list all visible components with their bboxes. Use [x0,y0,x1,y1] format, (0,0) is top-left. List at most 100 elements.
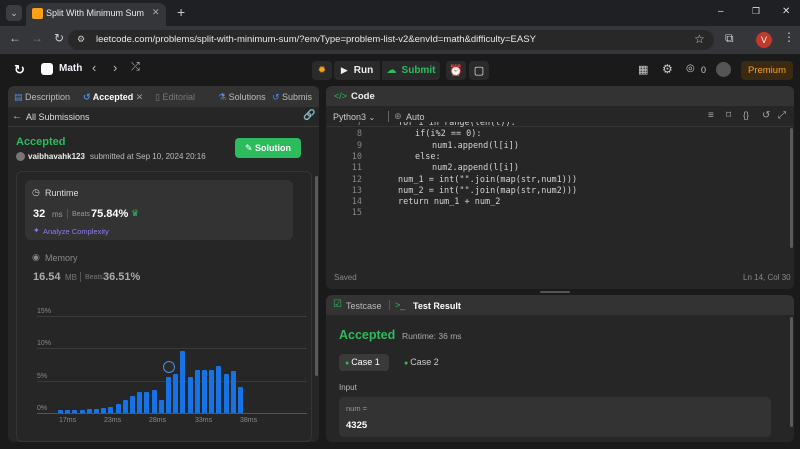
left-scrollbar[interactable] [315,176,318,376]
auto-label[interactable]: Auto [406,112,425,122]
runtime-bar[interactable] [86,409,92,413]
tab-close-icon[interactable]: ✕ [152,7,160,18]
left-tab-bar: ▤ Description ↺ Accepted ✕ ▯ Editorial ⚗… [8,86,319,107]
back-arrow-icon[interactable]: ← [12,111,22,122]
back-arrow-icon[interactable]: ← [9,31,21,45]
debug-button[interactable]: ✹ [312,61,332,80]
tab-search-button[interactable]: ⌄ [6,5,22,21]
tab-testcase[interactable]: Testcase [346,301,382,311]
code-editor[interactable]: 7 for i in range(len(l)): 8 if(i%2 == 0): 9 n… [326,122,786,262]
streak-fire-icon[interactable]: ◎ [686,63,695,74]
timer-button[interactable]: ⏰ [446,61,466,80]
runtime-bar[interactable] [108,406,114,413]
submitter-username[interactable]: vaibhavahk123 [28,152,85,161]
browser-tab[interactable]: Split With Minimum Sum - Leet ✕ [26,3,166,26]
solution-button[interactable]: ✎ Solution [235,138,301,158]
edit-icon: ✎ [244,143,256,153]
link-icon[interactable]: 🔗 [303,110,315,121]
runtime-bar[interactable] [180,350,186,413]
new-tab-button[interactable]: + [177,4,185,20]
tab-submissions[interactable]: ↺ Submis [272,92,312,103]
shuffle-icon[interactable]: ⤮ [131,61,140,74]
runtime-bar[interactable] [65,409,71,413]
braces-icon[interactable]: {} [743,110,749,120]
runtime-bar[interactable] [194,370,200,413]
code-scrollbar[interactable] [790,128,793,248]
runtime-bar[interactable] [151,389,157,413]
bookmark-star-icon[interactable]: ☆ [694,32,705,46]
bookmark-icon[interactable]: ⌑ [726,110,731,121]
code-line[interactable]: num2.append(l[i]) [432,163,519,173]
run-button[interactable]: ▶ Run [334,61,380,80]
panel-resize-handle[interactable] [540,291,570,293]
problem-list-title[interactable]: Math [59,63,82,74]
tab-editorial[interactable]: ▯ Editorial [155,92,195,103]
prev-problem-icon[interactable]: ‹ [92,60,96,75]
runtime-bar[interactable] [94,409,99,413]
code-line[interactable]: if(i%2 == 0): [415,129,482,139]
case-tab-1[interactable]: ● Case 1 [339,354,389,371]
premium-button[interactable]: Premium [741,61,793,80]
maximize-button[interactable]: ❐ [752,6,760,17]
problem-list-icon[interactable] [41,63,53,75]
runtime-bar[interactable] [79,409,85,413]
user-avatar[interactable] [716,62,731,77]
code-line[interactable]: num1.append(l[i]) [432,141,519,151]
runtime-bar[interactable] [216,365,222,413]
reload-icon[interactable]: ↻ [54,31,64,45]
code-line[interactable]: return num_1 + num_2 [398,197,500,207]
format-icon[interactable]: ≡ [708,110,714,121]
site-info-icon[interactable]: ⚙ [77,34,85,45]
runtime-bar[interactable] [230,370,236,413]
runtime-bar[interactable] [122,400,128,413]
runtime-card[interactable]: ◷ Runtime 32 ms Beats 75.84% ♛ ✦ Analyze… [25,180,293,240]
runtime-bar[interactable] [173,373,179,413]
notes-button[interactable]: ▢ [469,61,489,80]
browser-menu-icon[interactable]: ⋮ [783,30,795,44]
runtime-bar[interactable] [187,376,193,413]
tab-description[interactable]: ▤ Description [14,92,70,103]
leetcode-logo-icon[interactable]: ↻ [14,62,25,78]
memory-section[interactable]: ◉ Memory 16.54 MB Beats 36.51% [25,246,293,296]
close-tab-icon[interactable]: ✕ [133,92,144,102]
leetcode-favicon-icon [32,8,43,19]
layout-grid-icon[interactable]: ▦ [638,63,648,76]
forward-arrow-icon[interactable]: → [31,31,43,45]
extensions-icon[interactable]: ⧉ [725,31,734,46]
runtime-bar[interactable] [144,391,150,413]
code-line[interactable]: for i in range(len(l)): [398,122,516,128]
reset-icon[interactable]: ↺ [762,110,770,121]
analyze-complexity-link[interactable]: Analyze Complexity [43,227,109,236]
tab-solutions[interactable]: ⚗ Solutions [218,92,266,103]
code-line[interactable]: num_1 = int("".join(map(str,num1))) [398,175,577,185]
code-line[interactable]: else: [415,152,441,162]
runtime-bar[interactable] [72,409,78,413]
runtime-bar[interactable] [101,407,107,413]
all-submissions-link[interactable]: All Submissions [26,112,90,122]
runtime-bar[interactable] [209,370,215,413]
runtime-bar[interactable] [158,400,164,413]
minimize-button[interactable]: – [718,6,724,17]
language-selector[interactable]: Python3 ⌄ [333,112,375,122]
test-scrollbar[interactable] [790,317,793,427]
settings-gear-icon[interactable]: ⚙ [662,62,673,76]
runtime-bar[interactable] [202,370,207,413]
fullscreen-icon[interactable]: ⤢ [778,110,786,121]
runtime-bar[interactable] [115,403,121,413]
runtime-bar[interactable] [137,391,143,413]
runtime-bar[interactable] [238,387,243,413]
case-tab-2[interactable]: ● Case 2 [398,354,448,371]
runtime-bar[interactable] [58,409,63,413]
url-bar[interactable]: ⚙ leetcode.com/problems/split-with-minim… [68,30,714,50]
code-line[interactable]: num_2 = int("".join(map(str,num2))) [398,186,577,196]
tab-test-result[interactable]: Test Result [413,301,461,311]
submit-button[interactable]: ☁ Submit [382,61,440,80]
test-result-panel: ☑ Testcase >_ Test Result Accepted Runti… [326,295,794,442]
next-problem-icon[interactable]: › [113,60,117,75]
profile-avatar[interactable]: V [756,32,772,48]
tab-accepted[interactable]: ↺ Accepted ✕ [83,92,143,103]
runtime-bar[interactable] [166,376,171,413]
runtime-bar[interactable] [223,374,229,413]
runtime-bar[interactable] [130,396,135,413]
close-window-button[interactable]: ✕ [782,6,790,17]
